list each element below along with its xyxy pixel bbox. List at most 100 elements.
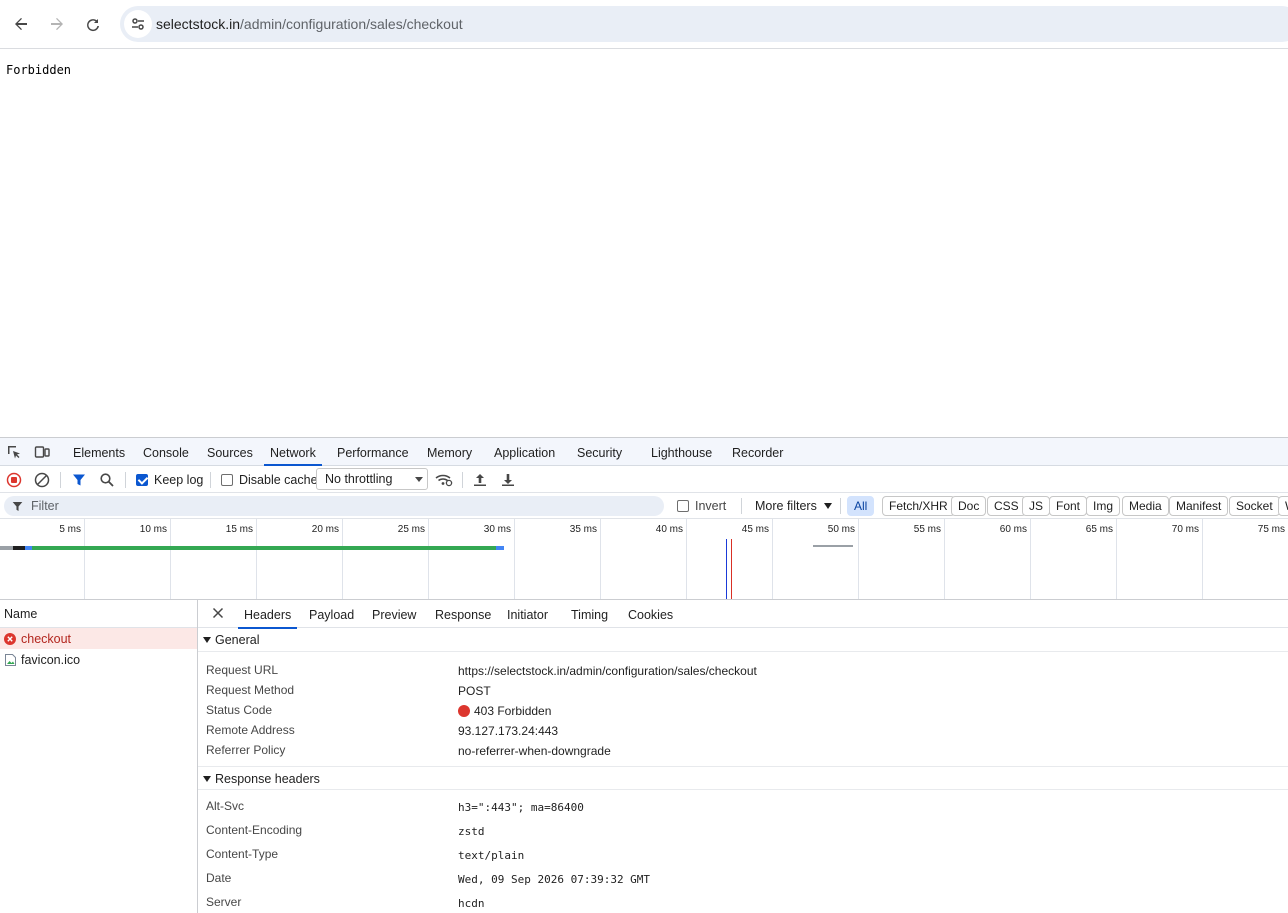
site-info-icon[interactable]: [124, 10, 152, 38]
tab-sources[interactable]: Sources: [207, 438, 253, 465]
request-name: favicon.ico: [21, 652, 81, 667]
image-file-icon: [4, 653, 16, 666]
timeline-tick-label: 65 ms: [1085, 524, 1113, 535]
response-headers-section-header[interactable]: Response headers: [198, 766, 1288, 790]
request-row-checkout[interactable]: checkout: [0, 628, 197, 649]
throttling-value: No throttling: [325, 472, 393, 486]
filter-input[interactable]: Filter: [4, 496, 664, 516]
chip-manifest[interactable]: Manifest: [1169, 496, 1229, 516]
reload-icon[interactable]: [78, 9, 108, 39]
tab-headers[interactable]: Headers: [237, 600, 298, 629]
header-key: Server: [206, 895, 242, 909]
invert-checkbox[interactable]: Invert: [677, 496, 726, 515]
timeline-gridline: [1030, 519, 1031, 599]
toolbar-divider: [210, 472, 211, 488]
timeline-gridline: [772, 519, 773, 599]
stop-recording-icon[interactable]: [6, 470, 22, 489]
request-list: Name checkout favicon.ico: [0, 600, 198, 913]
waterfall-download-bar: [496, 546, 504, 550]
chip-fetch-xhr[interactable]: Fetch/XHR: [882, 496, 955, 516]
timeline-gridline: [256, 519, 257, 599]
tab-payload[interactable]: Payload: [309, 600, 354, 628]
tab-performance[interactable]: Performance: [337, 438, 409, 465]
tab-initiator[interactable]: Initiator: [507, 600, 548, 628]
chip-w[interactable]: W: [1278, 496, 1288, 516]
tab-timing[interactable]: Timing: [571, 600, 608, 628]
timeline-tick-label: 5 ms: [59, 524, 81, 535]
error-icon: [4, 632, 16, 645]
keep-log-checkbox[interactable]: Keep log: [136, 470, 203, 489]
general-section-header[interactable]: General: [198, 628, 1288, 652]
chip-media[interactable]: Media: [1122, 496, 1169, 516]
header-row-request-method: Request Method POST: [198, 680, 1288, 700]
invert-check[interactable]: [677, 499, 689, 512]
header-key: Alt-Svc: [206, 799, 245, 813]
filter-placeholder: Filter: [31, 499, 59, 513]
tab-memory[interactable]: Memory: [427, 438, 472, 465]
tab-console[interactable]: Console: [143, 438, 189, 465]
filter-icon[interactable]: [71, 470, 87, 489]
inspect-element-icon[interactable]: [5, 443, 23, 461]
header-row-content-type: Content-Type text/plain: [198, 844, 1288, 868]
disable-cache-check[interactable]: [221, 473, 233, 486]
section-title: General: [215, 633, 260, 647]
keep-log-label: Keep log: [154, 472, 204, 487]
throttling-select[interactable]: No throttling: [316, 468, 428, 490]
header-row-status-code: Status Code 403 Forbidden: [198, 700, 1288, 720]
tab-response[interactable]: Response: [435, 600, 491, 628]
keep-log-check[interactable]: [136, 473, 148, 486]
tab-preview[interactable]: Preview: [372, 600, 416, 628]
header-value: no-referrer-when-downgrade: [458, 744, 611, 758]
name-column-header[interactable]: Name: [0, 600, 197, 628]
chip-socket[interactable]: Socket: [1229, 496, 1280, 516]
toolbar-divider: [125, 472, 126, 488]
network-conditions-icon[interactable]: [435, 470, 453, 489]
tab-network[interactable]: Network: [264, 438, 322, 466]
timeline-tick-label: 20 ms: [311, 524, 339, 535]
device-toolbar-icon[interactable]: [33, 443, 51, 461]
forward-icon[interactable]: [42, 9, 72, 39]
load-event-marker: [731, 539, 732, 599]
url-text[interactable]: selectstock.in/admin/configuration/sales…: [156, 16, 463, 32]
tab-security[interactable]: Security: [577, 438, 622, 465]
address-bar[interactable]: selectstock.in/admin/configuration/sales…: [120, 6, 1288, 42]
import-har-icon[interactable]: [472, 470, 488, 489]
toolbar-divider: [462, 472, 463, 488]
tab-lighthouse[interactable]: Lighthouse: [651, 438, 712, 465]
tab-cookies[interactable]: Cookies: [628, 600, 673, 628]
header-key: Referrer Policy: [206, 743, 286, 757]
filter-funnel-icon: [12, 502, 23, 511]
close-icon[interactable]: [210, 605, 226, 621]
timeline-gridline: [858, 519, 859, 599]
more-filters-button[interactable]: More filters: [755, 496, 832, 515]
chip-all[interactable]: All: [847, 496, 875, 516]
tab-application[interactable]: Application: [494, 438, 555, 465]
export-har-icon[interactable]: [500, 470, 516, 489]
browser-toolbar: selectstock.in/admin/configuration/sales…: [0, 0, 1288, 49]
timeline-tick-label: 30 ms: [483, 524, 511, 535]
tab-recorder[interactable]: Recorder: [732, 438, 783, 465]
timeline-tick-label: 40 ms: [655, 524, 683, 535]
chip-img[interactable]: Img: [1086, 496, 1121, 516]
devtools-panel: Elements Console Sources Network Perform…: [0, 437, 1288, 913]
chip-js[interactable]: JS: [1022, 496, 1051, 516]
chip-font[interactable]: Font: [1049, 496, 1088, 516]
timeline-tick-label: 50 ms: [827, 524, 855, 535]
waterfall-waiting-bar: [32, 546, 496, 550]
clear-icon[interactable]: [34, 470, 50, 489]
tab-elements[interactable]: Elements: [73, 438, 125, 465]
search-icon[interactable]: [99, 470, 115, 489]
request-row-favicon[interactable]: favicon.ico: [0, 649, 197, 670]
disable-cache-checkbox[interactable]: Disable cache: [221, 470, 318, 489]
chip-doc[interactable]: Doc: [951, 496, 987, 516]
header-value: https://selectstock.in/admin/configurati…: [458, 664, 757, 678]
chevron-down-icon: [823, 502, 832, 509]
back-icon[interactable]: [6, 9, 36, 39]
header-row-referrer-policy: Referrer Policy no-referrer-when-downgra…: [198, 740, 1288, 760]
chip-css[interactable]: CSS: [987, 496, 1026, 516]
header-value: zstd: [458, 825, 485, 838]
filter-divider: [741, 498, 742, 514]
header-key: Request URL: [206, 663, 279, 677]
timeline-tick-label: 25 ms: [397, 524, 425, 535]
timeline-gridline: [944, 519, 945, 599]
